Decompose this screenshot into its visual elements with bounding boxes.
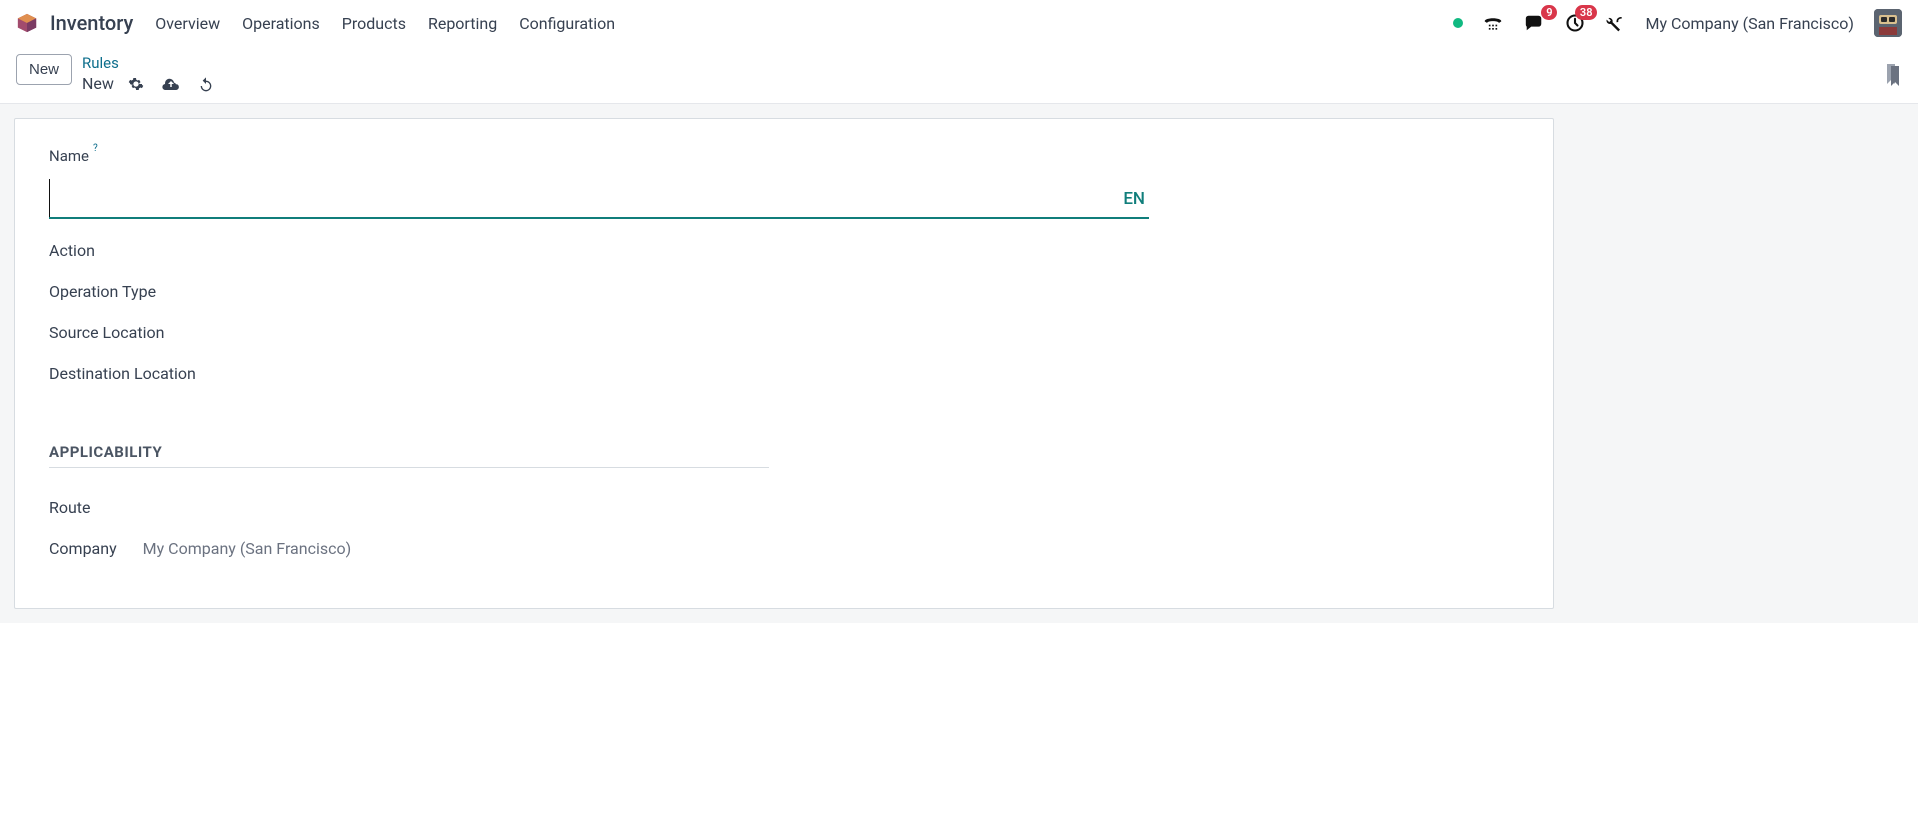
app-title[interactable]: Inventory (50, 11, 133, 35)
route-label[interactable]: Route (49, 498, 91, 517)
nav-configuration[interactable]: Configuration (519, 14, 615, 33)
connection-status-icon (1453, 18, 1463, 28)
form-sheet: Name ? EN Action Operation Type Source L… (14, 118, 1554, 609)
name-label-row: Name ? (49, 147, 1519, 165)
main-fields: Action Operation Type Source Location De… (49, 241, 1519, 383)
control-panel: New Rules New (0, 46, 1918, 104)
debug-tools-icon[interactable] (1605, 13, 1625, 33)
name-input-row: EN (49, 171, 1149, 219)
navbar-left: Inventory Overview Operations Products R… (16, 11, 615, 35)
applicability-section-title: APPLICABILITY (49, 443, 769, 468)
breadcrumb-parent[interactable]: Rules (82, 54, 214, 72)
activities-badge: 38 (1575, 5, 1598, 20)
route-row: Route (49, 498, 1519, 517)
operation-type-label[interactable]: Operation Type (49, 282, 1519, 301)
gear-icon[interactable] (128, 76, 144, 92)
user-avatar[interactable] (1874, 9, 1902, 37)
activities-icon[interactable]: 38 (1565, 13, 1585, 33)
cloud-save-icon[interactable] (162, 76, 180, 92)
breadcrumb-current-row: New (82, 74, 214, 93)
company-label: Company (49, 539, 117, 558)
action-label[interactable]: Action (49, 241, 1519, 260)
destination-location-label[interactable]: Destination Location (49, 364, 1519, 383)
applicability-fields: Route Company My Company (San Francisco) (49, 498, 1519, 558)
navbar-right: 9 38 My Company (San Francisco) (1453, 9, 1902, 37)
nav-products[interactable]: Products (342, 14, 406, 33)
messages-badge: 9 (1541, 5, 1557, 20)
new-button[interactable]: New (16, 54, 72, 85)
app-logo-icon[interactable] (16, 12, 38, 34)
language-tag[interactable]: EN (1119, 189, 1149, 217)
nav-reporting[interactable]: Reporting (428, 14, 497, 33)
discard-icon[interactable] (198, 76, 214, 92)
company-selector[interactable]: My Company (San Francisco) (1645, 14, 1854, 33)
voip-icon[interactable] (1483, 14, 1503, 32)
bookmark-icon[interactable] (1884, 64, 1902, 86)
messages-icon[interactable]: 9 (1523, 13, 1545, 33)
nav-operations[interactable]: Operations (242, 14, 320, 33)
status-indicator-icons (128, 76, 214, 92)
company-value[interactable]: My Company (San Francisco) (143, 539, 352, 558)
breadcrumb-current: New (82, 74, 114, 93)
top-navbar: Inventory Overview Operations Products R… (0, 0, 1918, 46)
name-input[interactable] (49, 179, 1119, 217)
name-label: Name (49, 147, 89, 165)
breadcrumb: Rules New (82, 54, 214, 93)
sheet-background: Name ? EN Action Operation Type Source L… (0, 104, 1918, 623)
nav-overview[interactable]: Overview (155, 14, 220, 33)
company-row: Company My Company (San Francisco) (49, 539, 1519, 558)
name-help-icon[interactable]: ? (93, 143, 98, 154)
source-location-label[interactable]: Source Location (49, 323, 1519, 342)
